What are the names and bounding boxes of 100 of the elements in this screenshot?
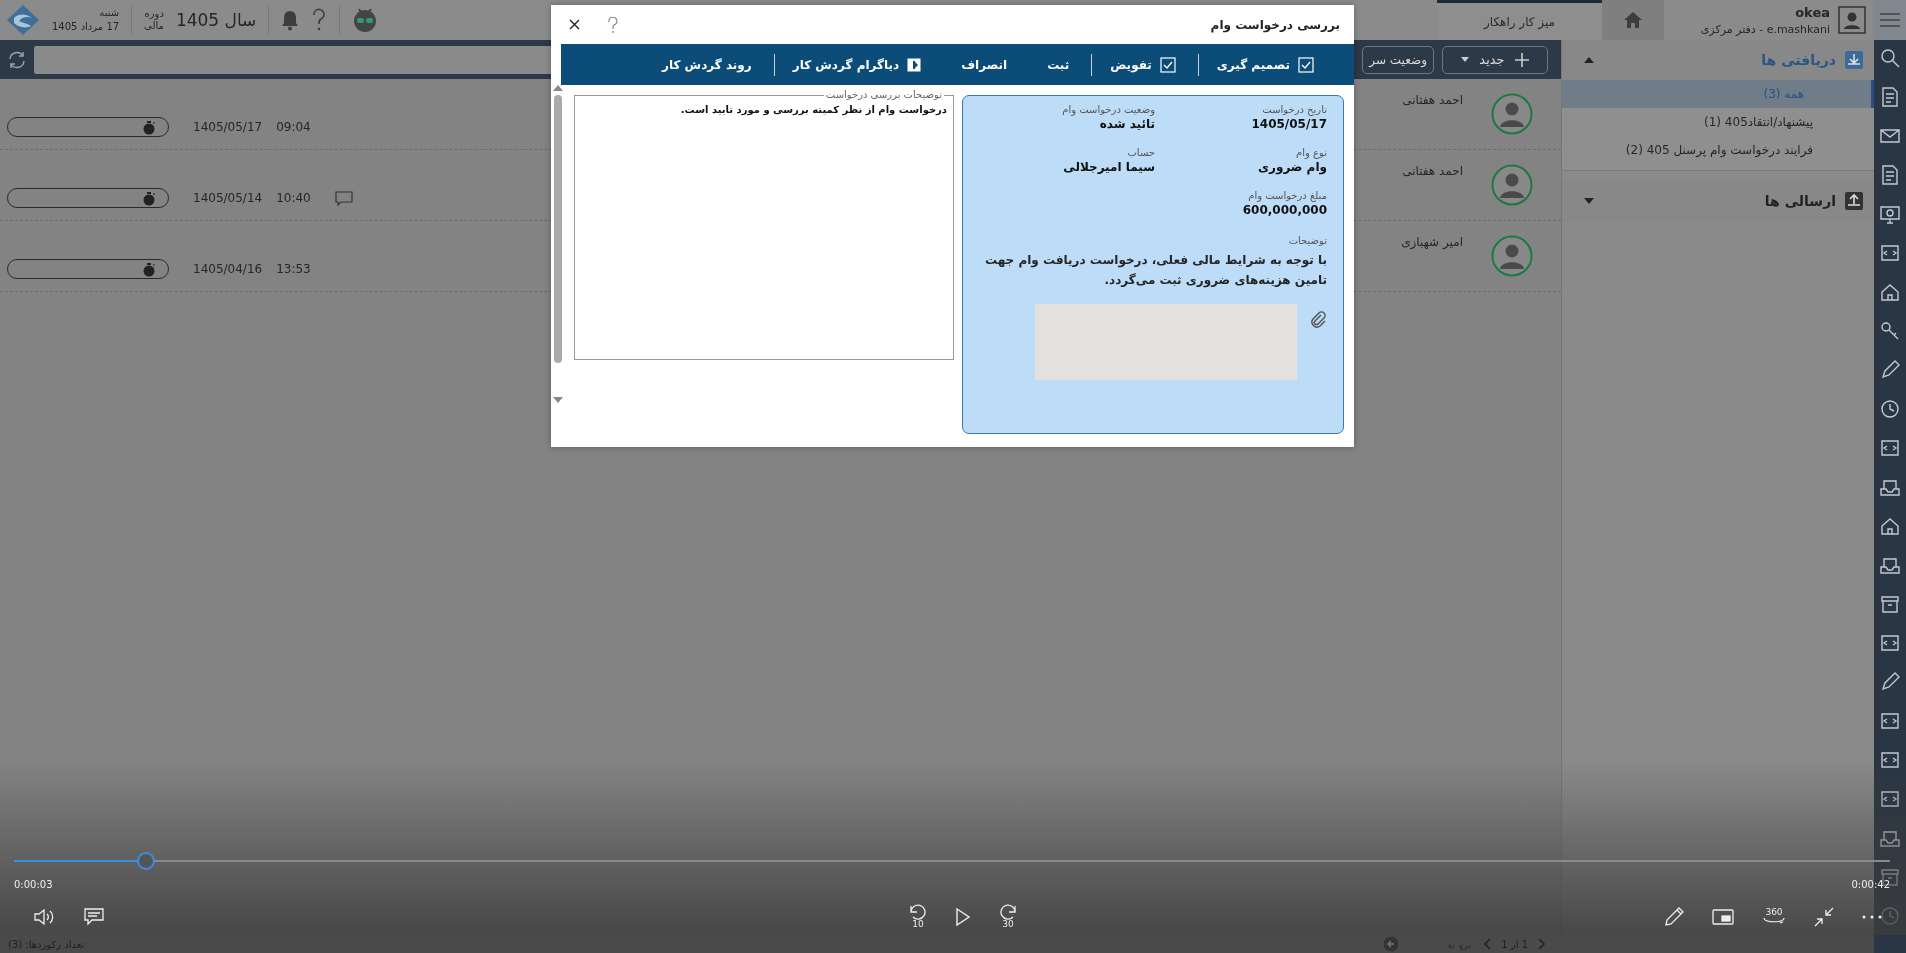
checkbox-icon bbox=[1159, 56, 1176, 73]
archive-box-icon[interactable] bbox=[1880, 594, 1900, 614]
stopwatch-icon bbox=[142, 261, 156, 277]
person-avatar-icon bbox=[1491, 235, 1533, 277]
menu-icon bbox=[1880, 12, 1900, 28]
fiscal-period-label: مالی bbox=[144, 20, 164, 32]
field-value: سیما امیرجلالی bbox=[1062, 160, 1155, 174]
dialog-action-button[interactable]: تصمیم گیری bbox=[1198, 48, 1336, 81]
help-icon[interactable] bbox=[311, 8, 328, 32]
captions-icon[interactable] bbox=[84, 907, 104, 926]
dialog-action-button[interactable]: تفویض bbox=[1092, 48, 1198, 81]
volume-icon[interactable] bbox=[34, 907, 56, 926]
plus-icon bbox=[1514, 52, 1529, 67]
row-time: 10:40 bbox=[276, 191, 311, 205]
skip-back-button[interactable]: 10 bbox=[907, 904, 929, 929]
fiscal-year: سال 1405 bbox=[175, 10, 257, 30]
stopwatch-icon bbox=[142, 119, 156, 135]
field-value: 600,000,000 bbox=[1241, 203, 1327, 217]
mail-icon[interactable] bbox=[1880, 126, 1900, 146]
panel-icon bbox=[907, 57, 922, 72]
field-label: تاریخ درخواست bbox=[1261, 104, 1327, 115]
pen-icon[interactable] bbox=[1880, 360, 1900, 380]
house-icon[interactable] bbox=[1880, 516, 1900, 536]
user-avatar-icon[interactable] bbox=[1838, 6, 1866, 34]
field-value: 1405/05/17 bbox=[1250, 117, 1327, 131]
arrow-circle-icon[interactable] bbox=[1383, 936, 1400, 952]
caret-icon bbox=[1461, 57, 1470, 62]
pen-icon[interactable] bbox=[1880, 672, 1900, 692]
folder-item[interactable]: فرایند درخواست وام پرسنل 405 (2) bbox=[1562, 136, 1874, 164]
dialog-action-button[interactable]: انصراف bbox=[943, 48, 1030, 81]
robot-icon[interactable] bbox=[352, 7, 379, 33]
skip-forward-button[interactable]: 30 bbox=[997, 904, 1019, 929]
user-subtitle: e.mashkani - دفتر مرکزی bbox=[1700, 22, 1830, 36]
dialog-title: بررسی درخواست وام bbox=[1210, 17, 1340, 32]
document-icon[interactable] bbox=[1880, 165, 1900, 185]
tray-icon[interactable] bbox=[1880, 828, 1900, 848]
view-360-button[interactable]: 360 bbox=[1762, 908, 1786, 925]
seek-handle[interactable] bbox=[137, 852, 156, 870]
checkbox-icon bbox=[1298, 56, 1314, 73]
weekday-label: شنبه bbox=[98, 6, 120, 20]
screen-icon[interactable] bbox=[1880, 204, 1900, 224]
scroll-up-icon[interactable] bbox=[553, 85, 563, 91]
field-value: وام ضروری bbox=[1257, 160, 1327, 174]
comment-icon[interactable] bbox=[334, 190, 353, 206]
field-label: وضعیت درخواست وام bbox=[1061, 104, 1155, 115]
outbox-icon bbox=[1844, 191, 1864, 211]
new-button[interactable]: جدید bbox=[1442, 45, 1548, 74]
person-avatar-icon bbox=[1491, 164, 1533, 206]
row-date: 1405/05/14 bbox=[193, 191, 263, 205]
more-icon[interactable] bbox=[1862, 914, 1882, 919]
description-text: با توجه به شرایط مالی فعلی، درخواست دریافت وام جهت تامین هزینه‌های ضروری ثبت می‌گردد. bbox=[983, 252, 1327, 290]
key-icon[interactable] bbox=[1880, 321, 1900, 341]
field-label: توضیحات bbox=[1287, 235, 1327, 246]
code-window-icon[interactable] bbox=[1880, 243, 1900, 263]
tray-icon[interactable] bbox=[1880, 477, 1900, 497]
rewind-arrow-icon bbox=[907, 904, 929, 920]
search-icon[interactable] bbox=[1880, 48, 1900, 68]
clock-icon[interactable] bbox=[1880, 399, 1900, 419]
field-label: نوع وام bbox=[1295, 147, 1327, 158]
refresh-icon[interactable] bbox=[8, 50, 26, 69]
code-window-icon[interactable] bbox=[1880, 633, 1900, 653]
fiscal-period-label: دوره bbox=[144, 8, 164, 20]
home-icon bbox=[1623, 11, 1643, 29]
code-window-icon[interactable] bbox=[1880, 711, 1900, 731]
home-button[interactable] bbox=[1602, 0, 1664, 40]
row-time: 09:04 bbox=[276, 120, 311, 134]
help-icon[interactable] bbox=[608, 16, 618, 33]
forward-arrow-icon bbox=[997, 904, 1019, 920]
elapsed-time: 0:00:03 bbox=[14, 879, 53, 890]
folder-item[interactable]: پیشنهاد/انتقاد405 (1) bbox=[1562, 108, 1874, 136]
collapse-icon[interactable] bbox=[1814, 906, 1834, 927]
code-window-icon[interactable] bbox=[1880, 438, 1900, 458]
stopwatch-icon bbox=[142, 190, 156, 206]
date-label: 17 مرداد 1405 bbox=[52, 20, 120, 34]
inbox-icon bbox=[1844, 50, 1864, 70]
total-duration: 0:00:42 bbox=[1851, 879, 1890, 890]
code-window-icon[interactable] bbox=[1880, 789, 1900, 809]
document-icon[interactable] bbox=[1880, 87, 1900, 107]
scrollbar[interactable] bbox=[553, 85, 563, 403]
person-avatar-icon bbox=[1491, 93, 1533, 135]
dialog-action-button[interactable]: ثبت bbox=[1029, 48, 1092, 81]
close-icon[interactable] bbox=[569, 19, 580, 30]
status-button[interactable]: وضعیت سر bbox=[1362, 45, 1434, 74]
user-name: okea bbox=[1794, 4, 1830, 20]
field-label: توضیحات بررسی درخواست bbox=[823, 89, 944, 100]
field-label: مبلغ درخواست وام bbox=[1247, 190, 1327, 201]
dialog-action-button[interactable]: روند گردش کار bbox=[644, 48, 774, 81]
tray-icon[interactable] bbox=[1880, 555, 1900, 575]
play-icon[interactable] bbox=[955, 907, 971, 926]
arc-arrow-icon bbox=[1762, 917, 1786, 925]
logo-icon bbox=[6, 4, 40, 36]
code-window-icon[interactable] bbox=[1880, 750, 1900, 770]
paperclip-icon[interactable] bbox=[1309, 310, 1327, 328]
scroll-down-icon[interactable] bbox=[553, 397, 563, 403]
sender-name: امیر شهبازی bbox=[1401, 235, 1463, 249]
house-icon[interactable] bbox=[1880, 282, 1900, 302]
mini-player-icon[interactable] bbox=[1712, 908, 1734, 925]
row-date: 1405/05/17 bbox=[193, 120, 263, 134]
sender-name: احمد هفتانی bbox=[1402, 93, 1463, 107]
bell-icon[interactable] bbox=[281, 9, 300, 31]
